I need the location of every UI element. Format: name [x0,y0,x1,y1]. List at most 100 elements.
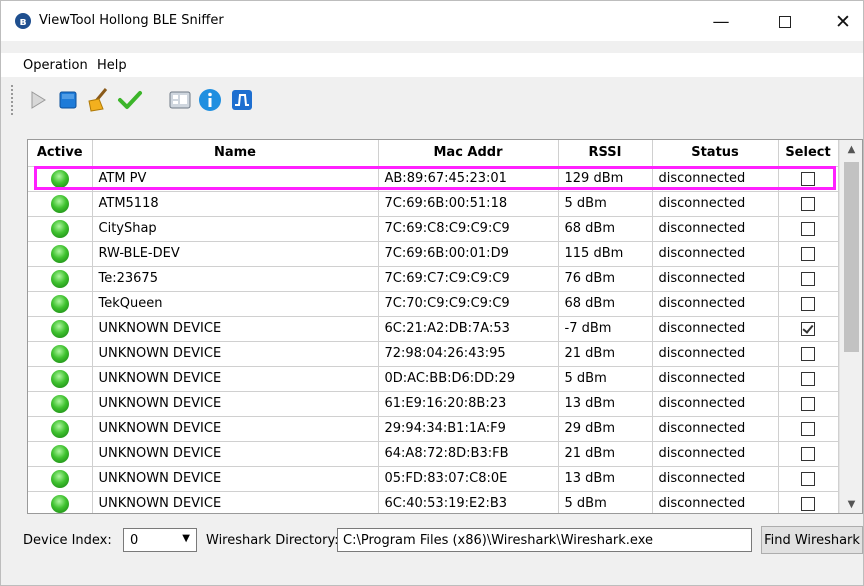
table-row[interactable]: UNKNOWN DEVICE 6C:21:A2:DB:7A:53 -7 dBm dis… [28,316,839,342]
col-header-select[interactable]: Select [778,140,839,167]
scroll-up-icon[interactable]: ▲ [840,140,862,158]
broom-icon [88,88,108,112]
select-cell [778,441,839,467]
mac-address: 61:E9:16:20:8B:23 [378,391,559,417]
mac-address: 7C:69:6B:00:01:D9 [378,241,559,267]
device-index-label: Device Index: [23,533,112,548]
mac-address: 64:A8:72:8D:B3:FB [378,441,559,467]
table-row[interactable]: UNKNOWN DEVICE 6C:40:53:19:E2:B3 5 dBm disc… [28,491,839,513]
select-checkbox[interactable] [801,446,815,461]
waveform-icon [232,90,252,110]
active-cell [28,416,93,442]
device-index-select[interactable]: 0 ▼ [123,528,197,552]
active-cell [28,241,93,267]
keyboard-button[interactable] [167,87,193,113]
rssi-value: 129 dBm [558,166,653,192]
keyboard-icon [169,91,191,109]
table-row[interactable]: UNKNOWN DEVICE 72:98:04:26:43:95 21 dBm dis… [28,341,839,367]
mac-address: 05:FD:83:07:C8:0E [378,466,559,492]
active-led-icon [50,369,69,388]
select-checkbox[interactable] [801,371,815,386]
table-row[interactable]: UNKNOWN DEVICE 0D:AC:BB:D6:DD:29 5 dBm disc… [28,366,839,392]
table-row[interactable]: TekQueen 7C:70:C9:C9:C9:C9 68 dBm disconnec… [28,291,839,317]
mac-address: 7C:69:C8:C9:C9:C9 [378,216,559,242]
title-bar: ʙ ViewTool Hollong BLE Sniffer — ✕ [1,1,863,41]
device-name: UNKNOWN DEVICE [92,491,379,513]
rssi-value: 29 dBm [558,416,653,442]
mac-address: 29:94:34:B1:1A:F9 [378,416,559,442]
clear-button[interactable] [85,87,111,113]
toolbar-grip[interactable] [11,85,14,115]
maximize-icon [779,16,791,28]
rssi-value: 115 dBm [558,241,653,267]
active-led-icon [50,219,69,238]
vertical-scrollbar[interactable]: ▲ ▼ [839,140,862,513]
device-name: TekQueen [92,291,379,317]
minimize-button[interactable]: — [701,9,741,35]
active-led-icon [50,419,69,438]
close-button[interactable]: ✕ [823,9,863,35]
info-button[interactable] [197,87,223,113]
status-text: disconnected [652,316,779,342]
select-checkbox[interactable] [801,221,815,236]
scroll-down-icon[interactable]: ▼ [840,495,862,513]
table-row[interactable]: UNKNOWN DEVICE 29:94:34:B1:1A:F9 29 dBm dis… [28,416,839,442]
select-checkbox[interactable] [801,171,815,186]
select-checkbox[interactable] [801,296,815,311]
select-checkbox[interactable] [801,396,815,411]
menu-operation[interactable]: Operation [23,58,88,73]
col-header-rssi[interactable]: RSSI [558,140,653,167]
table-header: Active Name Mac Addr RSSI Status Select [28,140,839,167]
col-header-name[interactable]: Name [92,140,379,167]
waveform-button[interactable] [229,87,255,113]
status-text: disconnected [652,291,779,317]
select-checkbox[interactable] [801,321,815,336]
menu-help[interactable]: Help [97,58,127,73]
select-checkbox[interactable] [801,471,815,486]
scroll-thumb[interactable] [844,162,859,352]
device-name: UNKNOWN DEVICE [92,391,379,417]
select-checkbox[interactable] [801,246,815,261]
select-checkbox[interactable] [801,496,815,511]
status-text: disconnected [652,241,779,267]
table-row[interactable]: Te:23675 7C:69:C7:C9:C9:C9 76 dBm disconnec… [28,266,839,292]
table-row[interactable]: UNKNOWN DEVICE 61:E9:16:20:8B:23 13 dBm dis… [28,391,839,417]
status-text: disconnected [652,266,779,292]
maximize-button[interactable] [765,9,805,35]
table-row[interactable]: RW-BLE-DEV 7C:69:6B:00:01:D9 115 dBm discon… [28,241,839,267]
select-cell [778,166,839,192]
rssi-value: 5 dBm [558,191,653,217]
select-checkbox[interactable] [801,421,815,436]
play-button[interactable] [25,87,51,113]
info-icon [199,89,221,111]
table-row[interactable]: CityShap 7C:69:C8:C9:C9:C9 68 dBm disconnec… [28,216,839,242]
device-name: Te:23675 [92,266,379,292]
wireshark-path-input[interactable]: C:\Program Files (x86)\Wireshark\Wiresha… [337,528,752,552]
stop-button[interactable] [55,87,81,113]
active-led-icon [50,269,69,288]
select-cell [778,391,839,417]
mac-address: AB:89:67:45:23:01 [378,166,559,192]
select-cell [778,416,839,442]
table-row[interactable]: UNKNOWN DEVICE 64:A8:72:8D:B3:FB 21 dBm dis… [28,441,839,467]
select-checkbox[interactable] [801,196,815,211]
device-name: UNKNOWN DEVICE [92,416,379,442]
select-checkbox[interactable] [801,271,815,286]
mac-address: 7C:69:C7:C9:C9:C9 [378,266,559,292]
select-cell [778,291,839,317]
col-header-active[interactable]: Active [28,140,93,167]
window-title: ViewTool Hollong BLE Sniffer [39,13,224,28]
find-wireshark-button[interactable]: Find Wireshark [761,526,863,554]
rssi-value: 68 dBm [558,216,653,242]
table-row[interactable]: UNKNOWN DEVICE 05:FD:83:07:C8:0E 13 dBm dis… [28,466,839,492]
toolbar [1,81,863,121]
col-header-status[interactable]: Status [652,140,779,167]
table-row[interactable]: ATM PV AB:89:67:45:23:01 129 dBm disconnect… [28,166,839,192]
confirm-button[interactable] [117,87,143,113]
table-row[interactable]: ATM5118 7C:69:6B:00:51:18 5 dBm disconnecte… [28,191,839,217]
device-name: ATM5118 [92,191,379,217]
status-text: disconnected [652,191,779,217]
select-checkbox[interactable] [801,346,815,361]
col-header-mac[interactable]: Mac Addr [378,140,559,167]
rssi-value: 13 dBm [558,466,653,492]
